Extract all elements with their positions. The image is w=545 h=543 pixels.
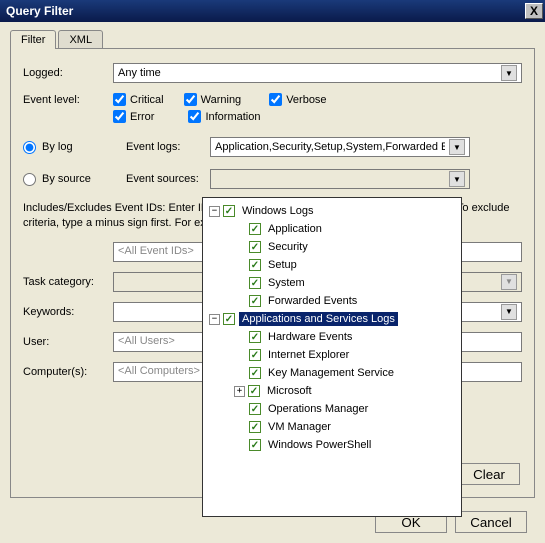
event-logs-tree-popup: − ✓ Windows Logs ✓Application ✓Security …: [202, 197, 462, 517]
tree-node-key-mgmt[interactable]: ✓Key Management Service: [205, 364, 459, 382]
chk-verbose[interactable]: Verbose: [269, 93, 326, 106]
chevron-down-icon: ▼: [449, 139, 465, 155]
checkbox-icon[interactable]: ✓: [249, 331, 261, 343]
label-by-source: By source: [42, 173, 120, 185]
chevron-down-icon: ▼: [501, 274, 517, 290]
checkbox-icon[interactable]: ✓: [249, 241, 261, 253]
tree-node-system[interactable]: ✓System: [205, 274, 459, 292]
close-button[interactable]: X: [525, 3, 543, 19]
checkbox-icon[interactable]: ✓: [249, 277, 261, 289]
dialog-body: Filter XML Logged: Any time ▼ Event leve…: [0, 22, 545, 543]
label-by-log: By log: [42, 141, 120, 153]
checkbox-icon[interactable]: ✓: [223, 205, 235, 217]
tree-node-win-powershell[interactable]: ✓Windows PowerShell: [205, 436, 459, 454]
tree-node-apps-services-logs[interactable]: − ✓ Applications and Services Logs: [205, 310, 459, 328]
event-logs-value: Application,Security,Setup,System,Forwar…: [215, 141, 445, 153]
collapse-icon[interactable]: −: [209, 314, 220, 325]
tree-node-forwarded-events[interactable]: ✓Forwarded Events: [205, 292, 459, 310]
radio-by-log[interactable]: [23, 141, 36, 154]
chevron-down-icon: ▼: [449, 171, 465, 187]
label-logged: Logged:: [23, 67, 113, 79]
title-bar: Query Filter X: [0, 0, 545, 22]
event-logs-combo[interactable]: Application,Security,Setup,System,Forwar…: [210, 137, 470, 157]
tree-node-security[interactable]: ✓Security: [205, 238, 459, 256]
label-event-sources: Event sources:: [126, 173, 204, 185]
tree-node-setup[interactable]: ✓Setup: [205, 256, 459, 274]
tree-node-hardware-events[interactable]: ✓Hardware Events: [205, 328, 459, 346]
collapse-icon[interactable]: −: [209, 206, 220, 217]
checkbox-icon[interactable]: ✓: [249, 421, 261, 433]
tab-xml[interactable]: XML: [58, 30, 103, 49]
tree-node-application[interactable]: ✓Application: [205, 220, 459, 238]
label-event-logs: Event logs:: [126, 141, 204, 153]
logged-combo[interactable]: Any time ▼: [113, 63, 522, 83]
tab-filter[interactable]: Filter: [10, 30, 56, 49]
close-icon: X: [530, 4, 538, 18]
checkbox-icon[interactable]: ✓: [249, 439, 261, 451]
radio-by-source[interactable]: [23, 173, 36, 186]
checkbox-icon[interactable]: ✓: [249, 223, 261, 235]
checkbox-icon[interactable]: ✓: [249, 259, 261, 271]
tree-node-ops-manager[interactable]: ✓Operations Manager: [205, 400, 459, 418]
checkbox-icon[interactable]: ✓: [223, 313, 235, 325]
tree-node-microsoft[interactable]: + ✓ Microsoft: [205, 382, 459, 400]
event-sources-combo[interactable]: ▼: [210, 169, 470, 189]
logged-value: Any time: [118, 67, 161, 79]
chk-error[interactable]: Error: [113, 110, 154, 123]
checkbox-icon[interactable]: ✓: [248, 385, 260, 397]
cancel-button[interactable]: Cancel: [455, 511, 527, 533]
window-title: Query Filter: [6, 4, 73, 18]
tree-node-internet-explorer[interactable]: ✓Internet Explorer: [205, 346, 459, 364]
expand-icon[interactable]: +: [234, 386, 245, 397]
chk-critical[interactable]: Critical: [113, 93, 164, 106]
checkbox-icon[interactable]: ✓: [249, 295, 261, 307]
label-task-category: Task category:: [23, 276, 113, 288]
label-user: User:: [23, 336, 113, 348]
label-keywords: Keywords:: [23, 306, 113, 318]
chevron-down-icon: ▼: [501, 65, 517, 81]
checkbox-icon[interactable]: ✓: [249, 349, 261, 361]
label-event-level: Event level:: [23, 94, 113, 106]
chk-information[interactable]: Information: [188, 110, 260, 123]
tab-strip: Filter XML: [10, 30, 535, 49]
checkbox-icon[interactable]: ✓: [249, 403, 261, 415]
tree-node-windows-logs[interactable]: − ✓ Windows Logs: [205, 202, 459, 220]
label-computers: Computer(s):: [23, 366, 113, 378]
chevron-down-icon: ▼: [501, 304, 517, 320]
chk-warning[interactable]: Warning: [184, 93, 242, 106]
clear-button[interactable]: Clear: [458, 463, 520, 485]
tree-node-vm-manager[interactable]: ✓VM Manager: [205, 418, 459, 436]
checkbox-icon[interactable]: ✓: [249, 367, 261, 379]
